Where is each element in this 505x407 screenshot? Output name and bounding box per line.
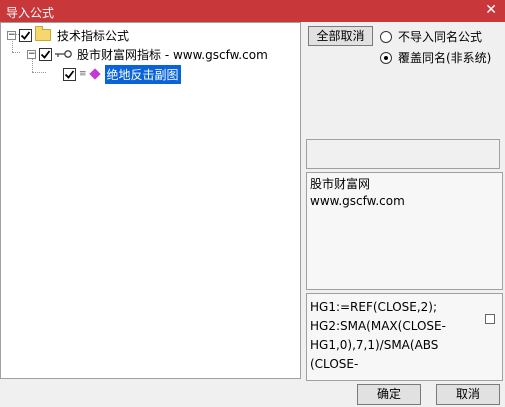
leaf-checkbox[interactable]: [63, 67, 76, 81]
radio-button[interactable]: [380, 30, 392, 43]
child-checkbox[interactable]: [39, 47, 52, 61]
radio-overwrite[interactable]: 覆盖同名(非系统): [380, 49, 491, 66]
radio-label: 不导入同名公式: [398, 30, 483, 44]
tree-connector: [32, 72, 46, 73]
cancel-button[interactable]: 取消: [436, 384, 500, 405]
description-line: 股市财富网: [310, 177, 371, 191]
code-option-checkbox[interactable]: [485, 314, 495, 324]
window-title: 导入公式: [6, 6, 55, 20]
radio-label: 覆盖同名(非系统): [398, 51, 492, 65]
folder-icon: [35, 26, 51, 41]
empty-panel: [306, 139, 500, 169]
tree-node-label-selected: 绝地反击副图: [104, 64, 181, 84]
diamond-icon: [88, 68, 101, 80]
description-line: www.gscfw.com: [310, 194, 405, 208]
radio-button-selected[interactable]: [380, 51, 392, 64]
tree-node-child[interactable]: − 股市财富网指标 - www.gscfw.com: [27, 45, 268, 63]
tree-node-label: 股市财富网指标 - www.gscfw.com: [77, 47, 268, 62]
collapse-icon[interactable]: −: [27, 49, 36, 59]
root-checkbox[interactable]: [19, 28, 32, 42]
tree-node-leaf[interactable]: ≡ 绝地反击副图: [63, 64, 181, 84]
description-text: 股市财富网 www.gscfw.com: [310, 176, 405, 210]
tree-node-label: 技术指标公式: [57, 28, 130, 43]
formula-code-text: HG1:=REF(CLOSE,2); HG2:SMA(MAX(CLOSE- HG…: [310, 300, 446, 371]
radio-no-import[interactable]: 不导入同名公式: [380, 28, 482, 45]
tree-connector: [12, 52, 20, 53]
close-icon[interactable]: ✕: [485, 2, 497, 18]
ok-button[interactable]: 确定: [357, 384, 421, 405]
key-icon: [55, 50, 72, 58]
formula-tree: − 技术指标公式 − 股市财富网指标 - www.gscfw.com ≡ 绝地反…: [0, 22, 301, 379]
title-bar: 导入公式 ✕: [0, 0, 505, 22]
checkmark-icon: [64, 69, 75, 79]
cancel-all-button[interactable]: 全部取消: [308, 26, 373, 46]
formula-type-icon: ≡: [79, 69, 87, 79]
checkmark-icon: [40, 49, 51, 59]
checkmark-icon: [20, 30, 31, 40]
tree-node-root[interactable]: − 技术指标公式: [7, 26, 129, 44]
collapse-icon[interactable]: −: [7, 30, 16, 40]
